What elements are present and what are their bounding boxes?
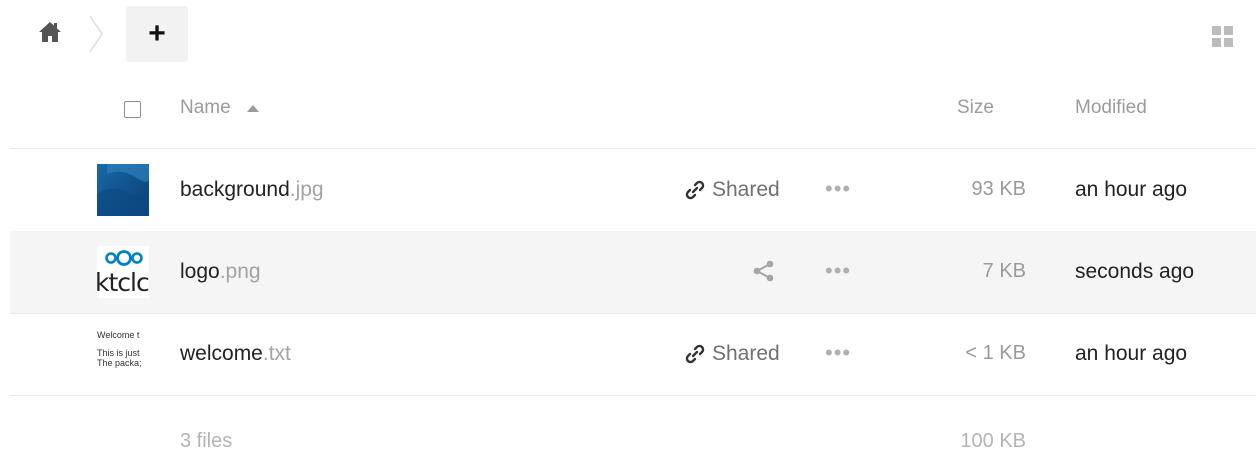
more-actions-icon[interactable]: ••• xyxy=(825,176,851,202)
file-size: 7 KB xyxy=(982,260,1026,282)
file-name[interactable]: welcome.txt xyxy=(180,342,291,366)
file-size: 93 KB xyxy=(971,178,1026,200)
table-row[interactable]: ktclc logo.png ••• 7 KB seconds ago xyxy=(10,231,1256,314)
text-thumbnail[interactable]: Welcome t This is just The packa; xyxy=(97,328,149,380)
modified-time: seconds ago xyxy=(1075,260,1195,283)
plus-icon: + xyxy=(148,17,166,50)
table-row[interactable]: Welcome t This is just The packa; welcom… xyxy=(10,313,1256,396)
image-thumbnail[interactable]: ktclc xyxy=(97,246,149,298)
link-icon xyxy=(685,180,705,200)
share-icon[interactable] xyxy=(752,259,776,288)
modified-time: an hour ago xyxy=(1075,342,1188,365)
logo-thumbnail-text: ktclc xyxy=(97,268,149,297)
sort-ascending-icon[interactable] xyxy=(247,105,259,112)
share-status[interactable]: Shared xyxy=(684,342,780,366)
link-icon xyxy=(685,344,705,364)
thumbnail-line: Welcome t xyxy=(97,330,140,340)
file-name[interactable]: background.jpg xyxy=(180,178,324,202)
image-thumbnail[interactable] xyxy=(97,164,149,216)
modified-column-header[interactable]: Modified xyxy=(1075,97,1147,119)
thumbnail-line: The packa; xyxy=(97,358,142,368)
file-size: < 1 KB xyxy=(965,342,1026,364)
nextcloud-logo-icon xyxy=(105,250,143,266)
add-button[interactable]: + xyxy=(126,6,188,62)
share-status[interactable]: Shared xyxy=(684,178,780,202)
breadcrumb-separator xyxy=(88,14,104,54)
table-row[interactable]: background.jpg Shared ••• 93 KB an hour … xyxy=(10,149,1256,232)
select-all-checkbox[interactable] xyxy=(124,101,141,118)
total-size: 100 KB xyxy=(960,430,1026,452)
toolbar: + xyxy=(0,0,1257,70)
file-list-header: Name Size Modified xyxy=(10,82,1256,149)
size-column-header[interactable]: Size xyxy=(957,97,994,119)
more-actions-icon[interactable]: ••• xyxy=(825,340,851,366)
home-icon[interactable] xyxy=(36,18,68,50)
file-list-summary: 3 files 100 KB xyxy=(10,424,1256,456)
name-column-header[interactable]: Name xyxy=(180,97,231,119)
thumbnail-line: This is just xyxy=(97,348,140,358)
more-actions-icon[interactable]: ••• xyxy=(825,258,851,284)
file-count: 3 files xyxy=(180,430,233,452)
file-name[interactable]: logo.png xyxy=(180,260,261,284)
grid-view-icon[interactable] xyxy=(1210,24,1236,50)
modified-time: an hour ago xyxy=(1075,178,1188,201)
